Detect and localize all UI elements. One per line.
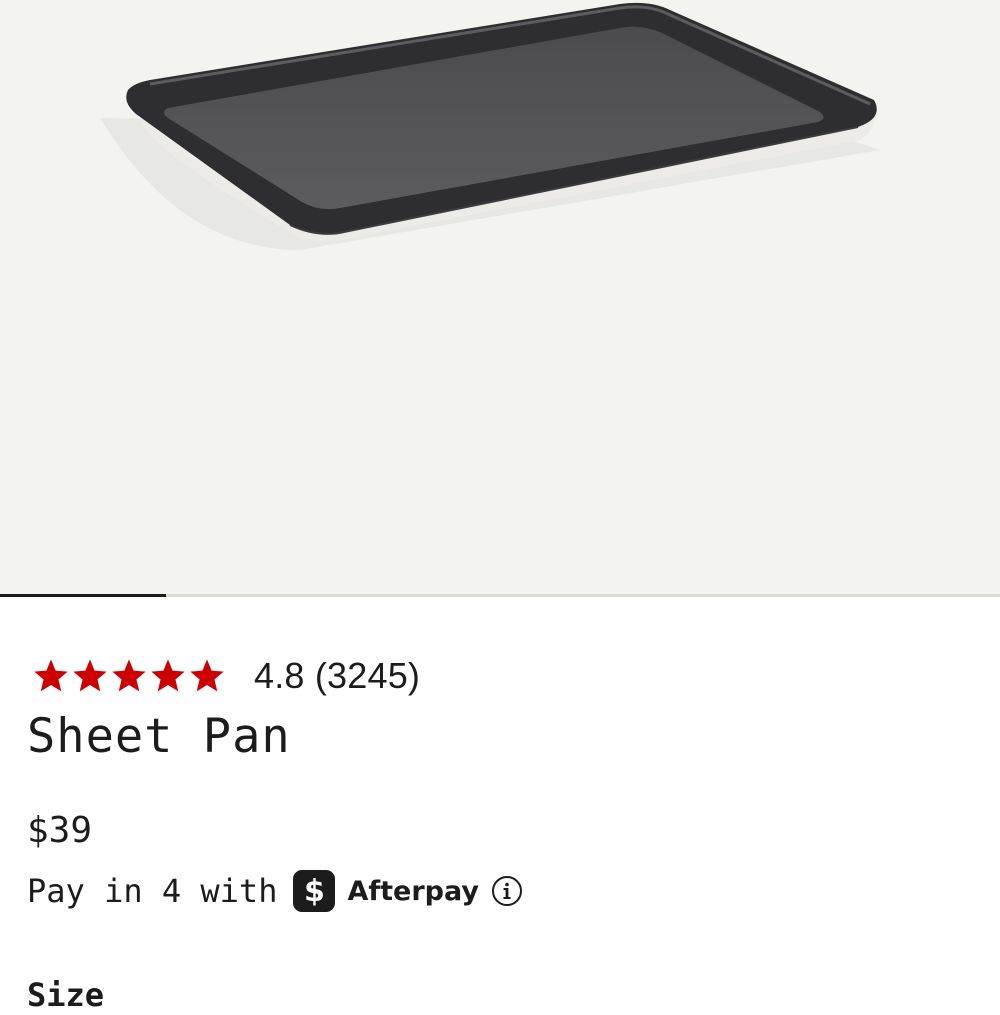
star-icon xyxy=(151,659,185,692)
info-circle-icon[interactable] xyxy=(491,875,523,907)
rating-summary[interactable]: 4.8 (3245) xyxy=(32,654,420,698)
afterpay-financing: Pay in 4 with $ Afterpay xyxy=(27,866,523,916)
star-icon xyxy=(112,659,146,692)
star-icon xyxy=(190,659,224,692)
gallery-progress-fill xyxy=(0,594,166,597)
star-icon xyxy=(34,659,68,692)
star-icon xyxy=(73,659,107,692)
product-title: Sheet Pan xyxy=(27,709,291,764)
sheet-pan-image xyxy=(100,2,880,250)
rating-text: 4.8 (3245) xyxy=(254,655,421,696)
product-price: $39 xyxy=(27,810,93,851)
star-rating xyxy=(32,657,226,695)
product-image-gallery[interactable] xyxy=(0,0,1000,594)
financing-text: Pay in 4 with xyxy=(27,872,278,910)
afterpay-brand-label: Afterpay xyxy=(347,875,479,907)
size-section-label: Size xyxy=(27,976,105,1014)
gallery-progress-bar xyxy=(0,594,1000,597)
afterpay-logo-icon: $ xyxy=(293,870,336,912)
